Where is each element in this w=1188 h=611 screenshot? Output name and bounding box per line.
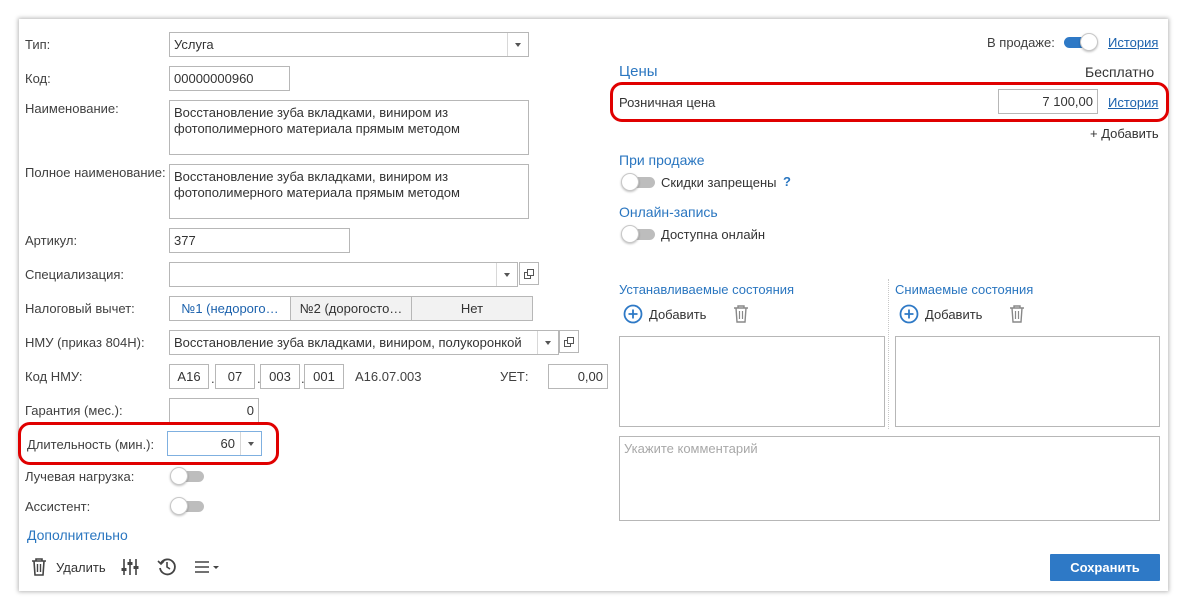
removed-states-list[interactable] — [895, 336, 1160, 427]
history-button[interactable] — [157, 557, 177, 577]
full-name-label: Полное наименование: — [25, 165, 166, 180]
trash-icon — [734, 305, 748, 323]
tax-option-1[interactable]: №1 (недорого… — [170, 297, 291, 320]
set-states-list[interactable] — [619, 336, 885, 427]
assistant-label: Ассистент: — [25, 499, 91, 514]
retail-price-input[interactable]: 7 100,00 — [998, 89, 1098, 114]
retail-price-label: Розничная цена — [619, 95, 716, 110]
discounts-toggle[interactable] — [621, 173, 655, 191]
nmu-code-label: Код НМУ: — [25, 369, 83, 384]
chevron-down-icon[interactable] — [537, 331, 558, 354]
type-select[interactable]: Услуга — [169, 32, 529, 57]
plus-circle-icon — [899, 304, 919, 324]
tax-segmented-control: №1 (недорого… №2 (дорогосто… Нет — [169, 296, 533, 321]
assistant-toggle[interactable] — [170, 497, 204, 515]
on-sale-history-link[interactable]: История — [1108, 35, 1158, 51]
settings-sliders-button[interactable] — [120, 558, 140, 576]
nmu-code-part-1[interactable]: А16 — [169, 364, 209, 389]
article-input[interactable]: 377 — [169, 228, 350, 253]
duration-value: 60 — [220, 436, 235, 451]
on-selling-title: При продаже — [619, 152, 705, 168]
delete-removed-state-button[interactable] — [1009, 305, 1025, 323]
chevron-down-icon[interactable] — [496, 263, 517, 286]
code-label: Код: — [25, 71, 51, 86]
add-removed-state-label: Добавить — [925, 306, 983, 322]
full-name-line-1: Восстановление зуба вкладками, виниром и… — [174, 169, 449, 184]
comment-textarea[interactable]: Укажите комментарий — [619, 436, 1160, 521]
name-line-1: Восстановление зуба вкладками, виниром и… — [174, 105, 449, 120]
radiation-label: Лучевая нагрузка: — [25, 469, 135, 484]
prices-title: Цены — [619, 63, 658, 80]
code-input[interactable]: 00000000960 — [169, 66, 290, 91]
online-label: Доступна онлайн — [661, 227, 766, 242]
open-specialization-icon[interactable] — [519, 262, 539, 285]
name-line-2: фотополимерного материала прямым методом — [174, 121, 460, 136]
more-link[interactable]: Дополнительно — [27, 527, 128, 543]
nmu-value: Восстановление зуба вкладками, виниром, … — [174, 335, 522, 350]
nmu-code-part-4[interactable]: 001 — [304, 364, 344, 389]
help-icon[interactable]: ? — [783, 174, 791, 190]
online-title: Онлайн-запись — [619, 204, 718, 220]
sliders-icon — [121, 559, 139, 575]
set-states-title: Устанавливаемые состояния — [619, 282, 795, 297]
removed-states-title: Снимаемые состояния — [895, 282, 1034, 297]
type-label: Тип: — [25, 37, 51, 52]
specialization-label: Специализация: — [25, 267, 124, 282]
warranty-label: Гарантия (мес.): — [25, 403, 123, 418]
name-textarea[interactable]: Восстановление зуба вкладками, виниром и… — [169, 100, 529, 155]
name-label: Наименование: — [25, 101, 119, 116]
duration-input[interactable]: 60 — [167, 431, 262, 456]
nmu-code-full: А16.07.003 — [355, 369, 422, 384]
nmu-select[interactable]: Восстановление зуба вкладками, виниром, … — [169, 330, 559, 355]
column-divider — [888, 279, 889, 429]
tax-option-2[interactable]: №2 (дорогосто… — [291, 297, 412, 320]
add-removed-state-button[interactable]: Добавить — [899, 304, 982, 324]
on-sale-label: В продаже: — [987, 35, 1055, 50]
plus-circle-icon — [623, 304, 643, 324]
tax-label: Налоговый вычет: — [25, 301, 135, 316]
duration-label: Длительность (мин.): — [27, 437, 155, 452]
specialization-select[interactable] — [169, 262, 518, 287]
retail-price-history-link[interactable]: История — [1108, 95, 1158, 111]
history-icon — [157, 558, 176, 576]
uet-label: УЕТ: — [500, 369, 529, 384]
menu-icon — [195, 561, 219, 573]
discounts-label: Скидки запрещены — [661, 175, 777, 190]
type-value: Услуга — [174, 37, 214, 52]
delete-button[interactable]: Удалить — [31, 558, 106, 576]
add-set-state-button[interactable]: Добавить — [623, 304, 706, 324]
add-set-state-label: Добавить — [649, 306, 707, 322]
delete-set-state-button[interactable] — [733, 305, 749, 323]
delete-label: Удалить — [56, 559, 106, 575]
full-name-textarea[interactable]: Восстановление зуба вкладками, виниром и… — [169, 164, 529, 219]
open-nmu-icon[interactable] — [559, 330, 579, 353]
service-form-panel: Тип: Услуга Код: 00000000960 Наименовани… — [18, 19, 1169, 591]
warranty-input[interactable]: 0 — [169, 398, 259, 423]
add-price-link[interactable]: + Добавить — [1090, 126, 1159, 142]
online-toggle[interactable] — [621, 225, 655, 243]
nmu-code-part-3[interactable]: 003 — [260, 364, 300, 389]
free-label: Бесплатно — [1085, 64, 1155, 80]
on-sale-toggle[interactable] — [1064, 33, 1098, 51]
more-menu-button[interactable] — [194, 560, 220, 574]
trash-icon — [32, 558, 46, 576]
tax-option-none[interactable]: Нет — [412, 297, 532, 320]
full-name-line-2: фотополимерного материала прямым методом — [174, 185, 460, 200]
save-button[interactable]: Сохранить — [1050, 554, 1160, 581]
radiation-toggle[interactable] — [170, 467, 204, 485]
chevron-down-icon[interactable] — [507, 33, 528, 56]
nmu-label: НМУ (приказ 804Н): — [25, 335, 145, 350]
nmu-code-part-2[interactable]: 07 — [215, 364, 255, 389]
chevron-down-icon[interactable] — [240, 432, 261, 455]
article-label: Артикул: — [25, 233, 78, 248]
trash-icon — [1010, 305, 1024, 323]
uet-input[interactable]: 0,00 — [548, 364, 608, 389]
